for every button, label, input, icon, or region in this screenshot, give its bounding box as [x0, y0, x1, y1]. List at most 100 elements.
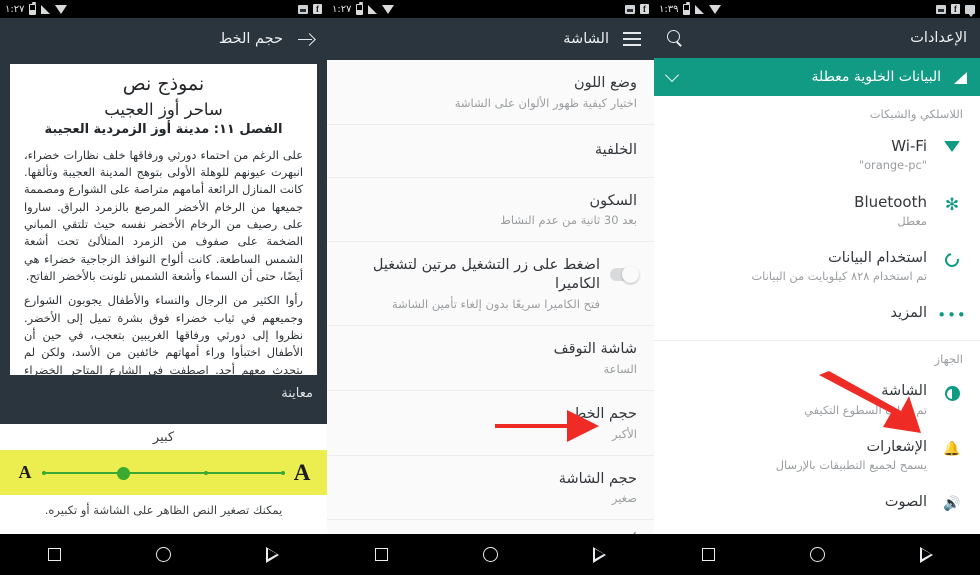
- font-size-slider-track[interactable]: [42, 463, 285, 483]
- signal-icon: [695, 4, 705, 14]
- list-item-display-size[interactable]: حجم الشاشة صغير: [327, 455, 654, 521]
- list-item-subtitle: صغير: [611, 491, 637, 506]
- settings-item-sound[interactable]: 🔊 الصوت: [654, 482, 980, 522]
- phone-screen-display-settings: ١:٢٧ f الشاشة وضع اللون اختيار كيفية ظهو…: [327, 0, 654, 575]
- settings-item-title: Bluetooth: [854, 193, 927, 211]
- battery-icon: [683, 1, 691, 15]
- back-icon[interactable]: [593, 546, 607, 563]
- settings-item-title: الشاشة: [881, 383, 927, 400]
- list-item-double-press-camera[interactable]: اضغط على زر التشغيل مرتين لتشغيل الكامير…: [327, 242, 654, 327]
- settings-item-title: الإشعارات: [866, 438, 927, 455]
- list-item-title: شاشة التوقف: [553, 341, 637, 358]
- settings-item-display[interactable]: الشاشة تم إيقاف السطوع التكيفي: [654, 371, 980, 427]
- settings-item-data-usage[interactable]: استخدام البيانات تم استخدام ٨٢٨ كيلوبايت…: [654, 238, 980, 294]
- settings-item-title: الصوت: [884, 494, 927, 511]
- list-item-subtitle: بعد 30 ثانية من عدم النشاط: [500, 213, 637, 228]
- home-icon[interactable]: [155, 547, 171, 562]
- navigation-bar: [654, 534, 980, 575]
- screenshot-icon: [936, 4, 946, 14]
- large-letter-label: A: [293, 459, 311, 485]
- wifi-icon: [382, 4, 395, 14]
- settings-item-subtitle: يسمح لجميع التطبيقات بالإرسال: [775, 457, 927, 472]
- hamburger-icon[interactable]: [623, 32, 641, 46]
- list-item-title: اضغط على زر التشغيل مرتين لتشغيل الكامير…: [372, 257, 600, 293]
- cellular-off-icon: [952, 70, 967, 84]
- font-size-control-panel: كبير A A يمكنك تصغير النص الظاهر على الش…: [0, 424, 327, 534]
- three-phone-screenshots: ١:٢٧ f حجم الخط نموذج نص ساحر أوز العجيب…: [0, 0, 980, 575]
- settings-item-subtitle: تم استخدام ٨٢٨ كيلوبايت من البيانات: [751, 269, 927, 284]
- back-icon[interactable]: [266, 546, 280, 563]
- settings-item-title: Wi-Fi: [891, 137, 927, 155]
- navigation-bar: [0, 534, 327, 575]
- search-icon[interactable]: [667, 30, 683, 46]
- status-bar: ١:٢٧ f: [327, 0, 654, 18]
- message-icon: [965, 4, 975, 17]
- slider-tick[interactable]: [281, 470, 285, 475]
- home-icon[interactable]: [482, 547, 498, 562]
- chevron-down-icon[interactable]: [664, 67, 680, 83]
- facebook-icon: f: [640, 4, 649, 14]
- battery-icon: [29, 1, 37, 15]
- list-item-wallpaper[interactable]: الخلفية: [327, 124, 654, 178]
- camera-shortcut-toggle[interactable]: [610, 266, 639, 284]
- battery-icon: [356, 1, 364, 15]
- list-item-subtitle: الأكبر: [611, 426, 637, 441]
- settings-item-bluetooth[interactable]: ✻ Bluetooth معطل: [654, 182, 980, 238]
- preview-heading-2: ساحر أوز العجيب: [104, 99, 223, 119]
- page-title: الشاشة: [563, 31, 609, 47]
- font-size-slider-band[interactable]: A A: [0, 450, 327, 495]
- list-item-subtitle: فتح الكاميرا سريعًا بدون إلغاء تأمين الش…: [391, 297, 600, 312]
- page-title: حجم الخط: [218, 31, 283, 47]
- bluetooth-icon: ✻: [944, 195, 960, 215]
- section-header-wireless: اللاسلكي والشبكات: [654, 96, 980, 126]
- data-usage-icon: [941, 249, 963, 270]
- list-item-subtitle: اختيار كيفية ظهور الألوان على الشاشة: [454, 95, 637, 110]
- list-item-color-mode[interactable]: وضع اللون اختيار كيفية ظهور الألوان على …: [327, 60, 654, 125]
- home-icon[interactable]: [809, 547, 825, 562]
- phone-screen-settings: ١:٣٩ f الإعدادات البيانات الخلوية معطلة …: [654, 0, 980, 575]
- preview-paragraph-1: على الرغم من احتماء دورثي ورفاقها خلف نظ…: [24, 147, 303, 283]
- status-bar: ١:٢٧ f: [0, 0, 327, 18]
- bell-icon: 🔔: [943, 440, 961, 457]
- slider-tick[interactable]: [203, 470, 208, 475]
- brightness-icon: [941, 382, 963, 402]
- list-item-screensaver[interactable]: شاشة التوقف الساعة: [327, 326, 654, 391]
- list-item-font-size[interactable]: حجم الخط الأكبر: [327, 390, 654, 456]
- cellular-data-banner[interactable]: البيانات الخلوية معطلة: [654, 58, 980, 96]
- display-settings-list: وضع اللون اختيار كيفية ظهور الألوان على …: [327, 60, 654, 568]
- status-bar: ١:٣٩ f: [654, 0, 980, 18]
- slider-line: [42, 472, 285, 474]
- list-item-title: حجم الشاشة: [558, 470, 637, 487]
- settings-item-more[interactable]: ••• المزيد: [654, 293, 980, 337]
- page-title: الإعدادات: [910, 30, 967, 46]
- list-item-title: السكون: [589, 192, 637, 209]
- preview-heading-1: نموذج نص: [122, 73, 205, 95]
- navigation-bar: [327, 534, 654, 575]
- font-size-current-label: كبير: [152, 430, 175, 445]
- slider-tick[interactable]: [42, 470, 46, 475]
- signal-icon: [368, 4, 378, 14]
- app-bar: الإعدادات: [654, 18, 980, 58]
- section-header-device: الجهاز: [654, 341, 980, 372]
- list-item-sleep[interactable]: السكون بعد 30 ثانية من عدم النشاط: [327, 177, 654, 243]
- settings-item-title: استخدام البيانات: [828, 250, 927, 266]
- back-icon[interactable]: [919, 546, 933, 563]
- banner-text: البيانات الخلوية معطلة: [811, 69, 941, 85]
- settings-item-subtitle: "orange-pc": [858, 157, 927, 172]
- settings-item-subtitle: معطل: [897, 213, 927, 228]
- preview-heading-3: الفصل ١١: مدينة أوز الزمردية العجيبة: [44, 121, 283, 137]
- font-preview-card: نموذج نص ساحر أوز العجيب الفصل ١١: مدينة…: [10, 64, 317, 375]
- facebook-icon: f: [313, 4, 322, 14]
- app-bar: حجم الخط: [0, 18, 327, 60]
- screenshot-icon: [298, 4, 308, 14]
- recents-icon[interactable]: [47, 548, 61, 561]
- slider-knob[interactable]: [117, 466, 131, 480]
- settings-item-subtitle: تم إيقاف السطوع التكيفي: [804, 402, 927, 417]
- app-bar: الشاشة: [327, 18, 654, 60]
- font-size-hint: يمكنك تصغير النص الظاهر على الشاشة أو تك…: [44, 503, 283, 517]
- arrow-right-icon[interactable]: [297, 31, 314, 48]
- recents-icon[interactable]: [701, 548, 715, 561]
- settings-item-wifi[interactable]: Wi-Fi "orange-pc": [654, 126, 980, 182]
- recents-icon[interactable]: [374, 548, 388, 561]
- settings-item-notifications[interactable]: 🔔 الإشعارات يسمح لجميع التطبيقات بالإرسا…: [654, 426, 980, 483]
